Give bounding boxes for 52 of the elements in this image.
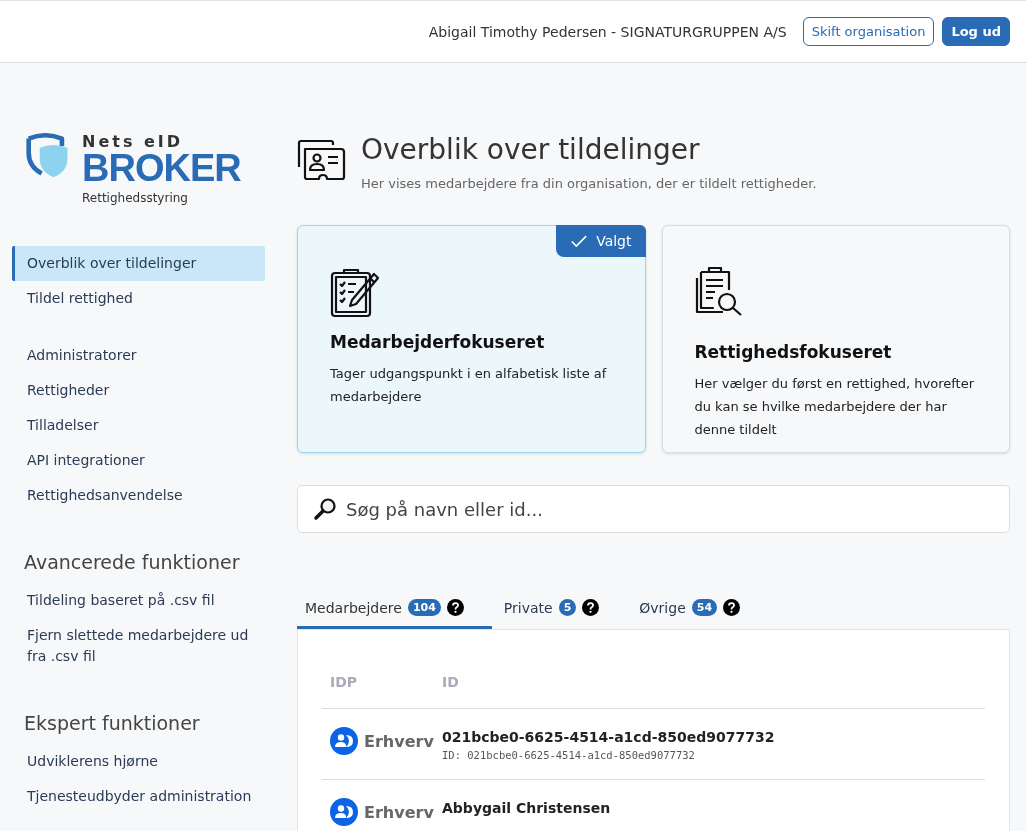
help-icon	[582, 599, 600, 616]
badge-label: Valgt	[596, 233, 632, 249]
column-header: ID	[442, 674, 459, 690]
logo-subtitle: Rettighedsstyring	[82, 191, 189, 205]
header-button[interactable]: Log ud	[942, 17, 1010, 46]
card-description: Tager udgangspunkt i en alfabetisk liste af medarbejdere	[330, 365, 608, 406]
help-icon	[723, 599, 741, 616]
sidebar-item[interactable]: Udviklerens hjørne	[12, 744, 265, 779]
tab[interactable]: Øvrige 54	[631, 591, 769, 629]
user-badge-icon	[330, 727, 358, 755]
search-field[interactable]: Søg på navn eller id...	[297, 485, 1010, 533]
user-id: ID: 021bcbe0-6625-4514-a1cd-850ed9077732	[442, 749, 696, 761]
sidebar-item[interactable]: Tjenesteudbyder administration	[12, 779, 265, 814]
help-icon	[446, 599, 464, 616]
logo-wordmark: BROKER	[82, 151, 241, 185]
sidebar-item[interactable]: Tildeling baseret på .csv fil	[12, 583, 265, 618]
logo-text: Nets eID	[82, 133, 185, 151]
header-button[interactable]: Skift organisation	[802, 17, 935, 46]
tab-label: Medarbejdere	[305, 599, 402, 616]
tab-label: Private	[503, 599, 553, 616]
sidebar-item[interactable]: Administratorer	[12, 338, 265, 373]
page-subtitle: Her vises medarbejdere fra din organisation, der er tildelt rettigheder.	[361, 176, 817, 191]
user-name: Abbygail Christensen	[442, 800, 611, 816]
check-icon	[570, 233, 589, 249]
sidebar-item[interactable]: Tildel rettighed	[12, 281, 265, 316]
card-title: Rettighedsfokuseret	[694, 342, 893, 362]
card-title: Medarbejderfokuseret	[330, 332, 546, 352]
sidebar-item[interactable]: API integrationer	[12, 443, 265, 478]
sidebar-item[interactable]: Rettighedsanvendelse	[12, 478, 265, 513]
section-heading: Avancerede funktioner	[23, 551, 241, 573]
clipboard-pen-icon	[330, 268, 380, 318]
option-card[interactable]: Valgt Medarbejderfokuseret Tager udgangspunkt i en alfabetisk liste af medarbejdere	[297, 225, 646, 453]
section-heading: Ekspert funktioner	[23, 712, 201, 734]
sidebar-item[interactable]: Tilladelser	[12, 408, 265, 443]
idp-label: Erhverv	[364, 731, 434, 751]
tab-label: Øvrige	[639, 599, 686, 616]
count-badge: 5	[558, 599, 577, 616]
card-description: Her vælger du først en rettighed, hvorefter du kan se hvilke medarbejdere der har denne tildelt	[694, 375, 976, 439]
idp-label: Erhverv	[364, 802, 434, 822]
sidebar-item[interactable]: Fjern slettede medarbejdere ud fra .csv fil	[12, 618, 265, 674]
sidebar-item[interactable]: Rettigheder	[12, 373, 265, 408]
count-badge: 104	[407, 599, 441, 616]
column-header: IDP	[329, 674, 359, 690]
count-badge: 54	[691, 599, 718, 616]
id-cards-icon	[297, 139, 347, 181]
user-organisation: Abigail Timothy Pedersen - SIGNATURGRUPPEN A/S	[428, 23, 787, 40]
tab[interactable]: Private 5	[495, 591, 628, 629]
option-card[interactable]: Rettighedsfokuseret Her vælger du først en rettighed, hvorefter du kan se hvilke medarbejdere der har denne tildelt	[661, 225, 1010, 453]
user-name: 021bcbe0-6625-4514-a1cd-850ed9077732	[442, 729, 775, 745]
sidebar-item[interactable]: Overblik over tildelinger	[12, 246, 265, 281]
user-badge-icon	[330, 798, 358, 826]
page-title: Overblik over tildelinger	[361, 133, 701, 166]
